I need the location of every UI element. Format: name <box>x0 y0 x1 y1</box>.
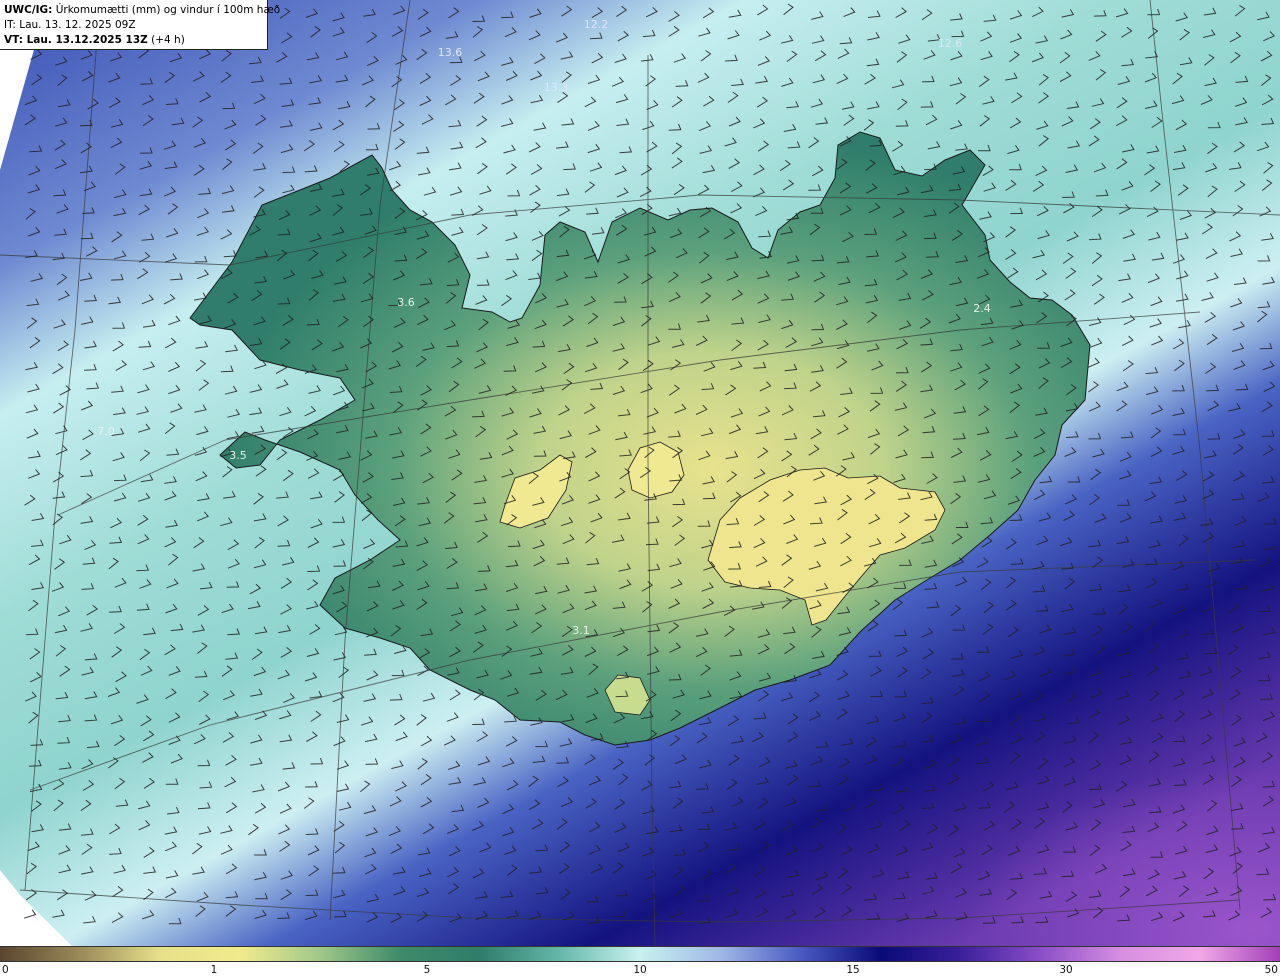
map-label: 12.2 <box>584 18 609 31</box>
map-canvas: 12.2 13.6 13.3 12.6 3.6 2.4 7.0 3.5 3.1 <box>0 0 1280 946</box>
color-scale-strip <box>0 946 1280 962</box>
map-label: 3.6 <box>397 296 415 309</box>
scale-tick-label: 1 <box>210 964 218 976</box>
map-title: Úrkomumætti (mm) og vindur í 100m hæð <box>55 4 281 16</box>
scale-tick-label: 0 <box>2 964 9 976</box>
map-label: 13.3 <box>544 81 569 94</box>
scale-tick-label: 5 <box>423 964 431 976</box>
issue-time: IT: Lau. 13. 12. 2025 09Z <box>4 19 136 31</box>
map-label: 12.6 <box>938 37 963 50</box>
lead-time: (+4 h) <box>151 34 185 46</box>
color-scale-bar: 0 1 5 10 15 30 50 <box>0 946 1280 978</box>
valid-time: VT: Lau. 13.12.2025 13Z <box>4 34 148 46</box>
scale-tick-label: 15 <box>846 964 860 976</box>
map-label: 2.4 <box>973 302 991 315</box>
map-label: 3.1 <box>572 624 590 637</box>
scale-tick-label: 30 <box>1059 964 1073 976</box>
wind-barb <box>24 909 37 919</box>
scale-tick-label: 50 <box>1264 964 1278 976</box>
map-header: UWC/IG: Úrkomumætti (mm) og vindur í 100… <box>0 0 280 50</box>
map-label: 7.0 <box>97 425 115 438</box>
forecast-map: 12.2 13.6 13.3 12.6 3.6 2.4 7.0 3.5 3.1 … <box>0 0 1280 946</box>
scale-tick-label: 10 <box>633 964 647 976</box>
map-label: 3.5 <box>229 449 247 462</box>
model-name: UWC/IG: <box>4 4 53 16</box>
map-label: 13.6 <box>438 46 463 59</box>
